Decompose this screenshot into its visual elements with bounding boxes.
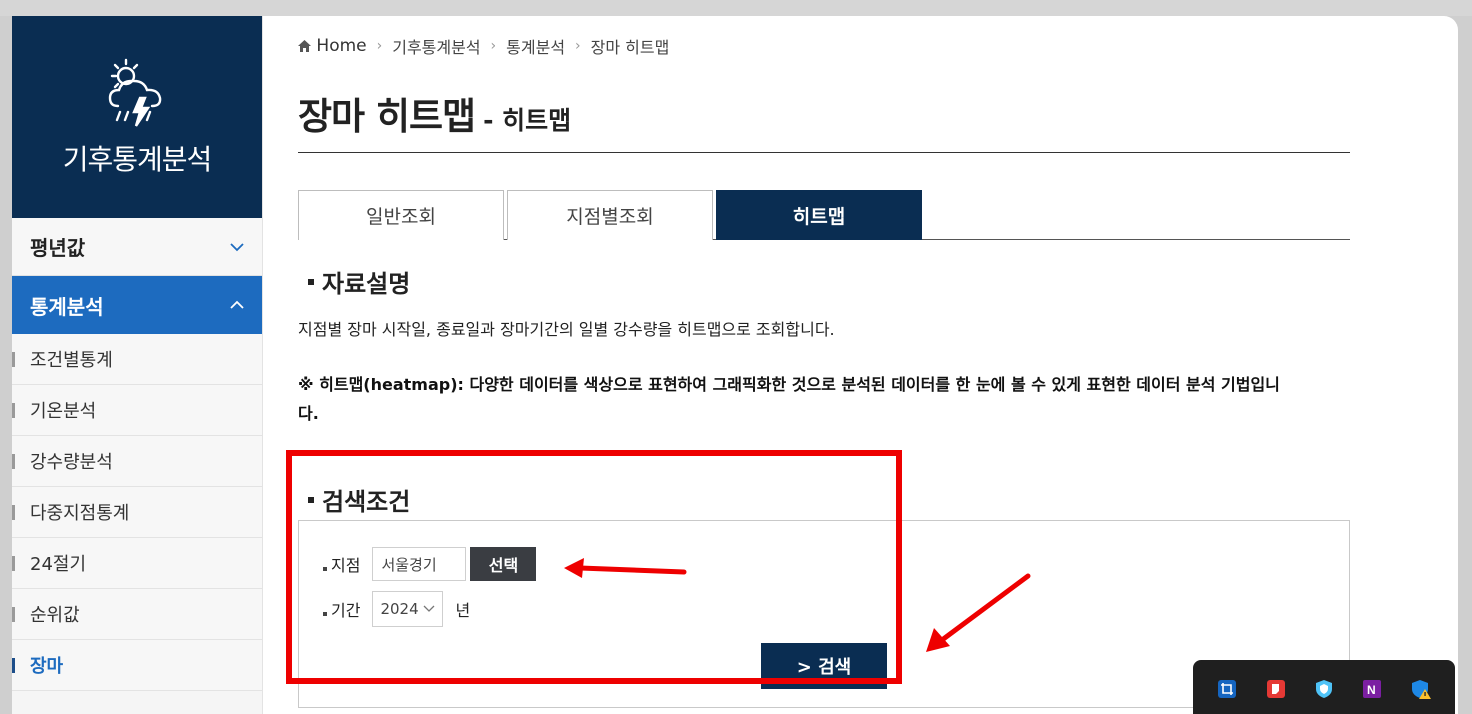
app-window: 기후통계분석 평년값 통계분석 조건별통계 기온분석 강수량분석 다중지점통계 … bbox=[12, 16, 1458, 714]
sidebar-header: 기후통계분석 bbox=[12, 16, 262, 218]
submenu: 조건별통계 기온분석 강수량분석 다중지점통계 24절기 순위값 장마 bbox=[12, 334, 262, 691]
section-title-label: 자료설명 bbox=[322, 270, 411, 298]
section-title-description: 자료설명 bbox=[308, 264, 410, 299]
page-title-main: 장마 히트맵 bbox=[298, 95, 476, 138]
section-title-label: 검색조건 bbox=[322, 488, 411, 516]
heatmap-note: ※ 히트맵(heatmap): 다양한 데이터를 색상으로 표현하여 그래픽화한… bbox=[298, 375, 1280, 423]
description-text: 지점별 장마 시작일, 종료일과 장마기간의 일별 강수량을 히트맵으로 조회합… bbox=[298, 320, 835, 339]
submenu-item-multi-station[interactable]: 다중지점통계 bbox=[12, 487, 262, 538]
breadcrumb-current: 장마 히트맵 bbox=[590, 38, 670, 57]
chevron-right-icon: › bbox=[376, 38, 383, 54]
tab-general-query[interactable]: 일반조회 bbox=[298, 190, 504, 240]
chevron-right-icon: › bbox=[575, 38, 581, 54]
browser-top-strip bbox=[0, 0, 1472, 16]
year-unit-label: 년 bbox=[455, 601, 471, 620]
bullet-square-icon bbox=[308, 278, 314, 285]
bullet-icon bbox=[323, 567, 327, 571]
menu-item-normals[interactable]: 평년값 bbox=[12, 218, 262, 276]
sidebar-title: 기후통계분석 bbox=[62, 143, 213, 176]
main-content: Home › 기후통계분석 › 통계분석 › 장마 히트맵 장마 히트맵 - 히… bbox=[298, 16, 1350, 714]
bullet-square-icon bbox=[308, 496, 314, 503]
pdf-app-icon[interactable] bbox=[1265, 678, 1287, 700]
page-title: 장마 히트맵 - 히트맵 bbox=[298, 86, 571, 140]
section-title-search: 검색조건 bbox=[308, 482, 410, 517]
breadcrumb-item[interactable]: 통계분석 bbox=[506, 34, 565, 58]
chevron-down-icon bbox=[230, 242, 244, 251]
tab-heatmap[interactable]: 히트맵 bbox=[716, 190, 922, 240]
home-icon bbox=[298, 40, 311, 52]
onenote-icon[interactable]: N bbox=[1361, 678, 1383, 700]
chevron-right-icon: › bbox=[490, 38, 497, 54]
submenu-item-conditional-stats[interactable]: 조건별통계 bbox=[12, 334, 262, 385]
tab-station-query[interactable]: 지점별조회 bbox=[507, 190, 713, 240]
bullet-icon bbox=[323, 612, 327, 616]
station-select-button[interactable]: 선택 bbox=[470, 547, 537, 581]
submenu-item-monsoon[interactable]: 장마 bbox=[12, 640, 262, 691]
weather-storm-icon bbox=[108, 58, 162, 127]
submenu-item-precipitation[interactable]: 강수량분석 bbox=[12, 436, 262, 487]
period-label: 기간 bbox=[331, 601, 361, 620]
svg-text:N: N bbox=[1367, 683, 1376, 697]
system-tray-overflow: N bbox=[1193, 660, 1455, 714]
station-field[interactable]: 서울경기 bbox=[372, 547, 467, 581]
shield-app-icon[interactable] bbox=[1313, 678, 1335, 700]
sidebar: 기후통계분석 평년값 통계분석 조건별통계 기온분석 강수량분석 다중지점통계 … bbox=[12, 16, 263, 714]
breadcrumb: Home › 기후통계분석 › 통계분석 › 장마 히트맵 bbox=[298, 34, 669, 58]
year-select[interactable]: 2024 bbox=[372, 591, 444, 627]
search-button[interactable]: > 검색 bbox=[761, 643, 887, 689]
menu-item-statistics[interactable]: 통계분석 bbox=[12, 276, 262, 334]
page-title-sub: - 히트맵 bbox=[483, 106, 572, 135]
title-divider bbox=[298, 152, 1350, 153]
breadcrumb-item[interactable]: 기후통계분석 bbox=[392, 34, 480, 58]
menu-item-label: 평년값 bbox=[30, 236, 86, 260]
submenu-item-solar-terms[interactable]: 24절기 bbox=[12, 538, 262, 589]
breadcrumb-home-label: Home bbox=[316, 36, 367, 56]
submenu-item-rankings[interactable]: 순위값 bbox=[12, 589, 262, 640]
period-row: 기간 2024 년 bbox=[323, 591, 470, 627]
crop-icon[interactable] bbox=[1216, 678, 1238, 700]
chevron-up-icon bbox=[230, 300, 244, 309]
menu-item-label: 통계분석 bbox=[30, 294, 104, 319]
year-select-value: 2024 bbox=[380, 600, 419, 618]
station-label: 지점 bbox=[331, 556, 361, 575]
chevron-down-icon bbox=[423, 605, 435, 612]
station-row: 지점 서울경기 선택 bbox=[323, 547, 537, 581]
breadcrumb-home[interactable]: Home bbox=[298, 36, 367, 56]
submenu-item-temperature[interactable]: 기온분석 bbox=[12, 385, 262, 436]
tab-bar: 일반조회 지점별조회 히트맵 bbox=[298, 190, 1350, 240]
windows-security-warning-icon[interactable] bbox=[1410, 678, 1432, 700]
